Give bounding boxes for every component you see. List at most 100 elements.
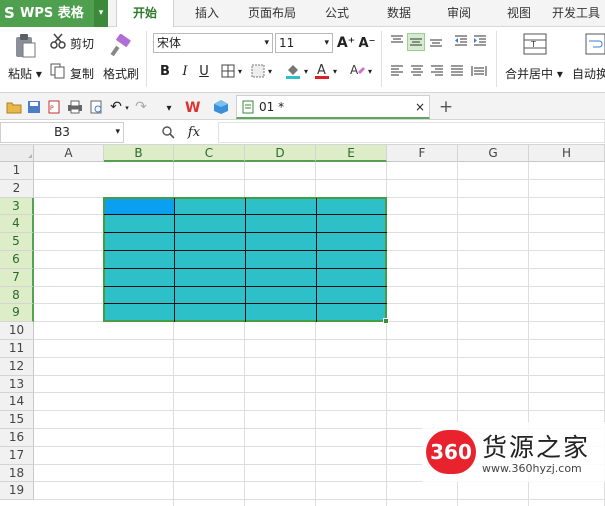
- column-header-f[interactable]: F: [387, 145, 458, 162]
- row-header-7[interactable]: 7: [0, 268, 34, 287]
- tab-review[interactable]: 审阅: [432, 0, 486, 27]
- row-header-3[interactable]: 3: [0, 197, 34, 216]
- active-cell-b3[interactable]: [105, 199, 174, 214]
- copy-button[interactable]: 复制: [70, 65, 94, 82]
- row-header-4[interactable]: 4: [0, 215, 34, 234]
- paste-icon[interactable]: [12, 33, 38, 59]
- row-header-19[interactable]: 19: [0, 482, 34, 501]
- underline-button[interactable]: U: [196, 62, 212, 80]
- merge-center-button[interactable]: 合并居中 ▾: [505, 65, 563, 82]
- chevron-down-icon[interactable]: ▾: [302, 63, 310, 79]
- insert-function-button[interactable]: fx: [184, 123, 204, 141]
- row-header-18[interactable]: 18: [0, 464, 34, 483]
- print-preview-icon[interactable]: [88, 99, 104, 115]
- clear-format-icon[interactable]: A: [348, 61, 366, 81]
- svg-text:P: P: [50, 105, 54, 112]
- new-tab-plus-icon[interactable]: +: [437, 97, 455, 117]
- font-name-select[interactable]: 宋体 ▾: [153, 33, 273, 53]
- row-header-9[interactable]: 9: [0, 304, 34, 323]
- name-box[interactable]: B3 ▾: [0, 122, 124, 143]
- column-header-g[interactable]: G: [458, 145, 529, 162]
- row-header-14[interactable]: 14: [0, 393, 34, 412]
- align-left-icon[interactable]: [389, 63, 405, 79]
- align-center-icon[interactable]: [409, 63, 425, 79]
- column-header-h[interactable]: H: [529, 145, 605, 162]
- row-header-12[interactable]: 12: [0, 357, 34, 376]
- column-header-c[interactable]: C: [174, 145, 245, 162]
- justify-icon[interactable]: [449, 63, 465, 79]
- decrease-font-button[interactable]: A⁻: [358, 34, 376, 52]
- row-header-15[interactable]: 15: [0, 411, 34, 429]
- scissors-icon[interactable]: [50, 33, 66, 49]
- row-header-6[interactable]: 6: [0, 251, 34, 269]
- app-menu-button[interactable]: S WPS 表格 ▾: [0, 0, 108, 27]
- chevron-down-icon[interactable]: ▾: [331, 63, 339, 79]
- italic-button[interactable]: I: [177, 62, 193, 80]
- open-folder-icon[interactable]: [6, 99, 22, 115]
- row-header-2[interactable]: 2: [0, 179, 34, 198]
- format-painter-button[interactable]: 格式刷: [103, 65, 139, 82]
- fill-handle[interactable]: [383, 318, 389, 324]
- chevron-down-icon[interactable]: ▾: [236, 63, 244, 79]
- zoom-search-icon[interactable]: [160, 124, 176, 140]
- align-middle-icon[interactable]: [407, 33, 425, 51]
- column-header-d[interactable]: D: [245, 145, 316, 162]
- wps-w-logo-icon[interactable]: W: [185, 98, 205, 116]
- row-header-1[interactable]: 1: [0, 162, 34, 180]
- column-header-a[interactable]: A: [34, 145, 104, 162]
- bold-button[interactable]: B: [157, 62, 173, 80]
- grid-row-line: [34, 499, 605, 501]
- cut-button[interactable]: 剪切: [70, 35, 94, 52]
- save-icon[interactable]: [26, 99, 42, 115]
- tab-home[interactable]: 开始: [116, 0, 174, 28]
- wrap-text-icon[interactable]: [585, 32, 605, 56]
- chevron-down-icon[interactable]: ▾: [266, 63, 274, 79]
- export-pdf-icon[interactable]: P: [46, 99, 62, 115]
- tab-page-layout[interactable]: 页面布局: [240, 0, 304, 27]
- tab-insert[interactable]: 插入: [180, 0, 234, 27]
- merge-center-icon[interactable]: T: [522, 32, 548, 56]
- formula-input[interactable]: [218, 122, 605, 143]
- paste-button[interactable]: 粘贴 ▾: [8, 65, 42, 82]
- column-header-b[interactable]: B: [104, 145, 174, 162]
- cell-style-icon[interactable]: [250, 63, 266, 79]
- close-icon[interactable]: ×: [413, 99, 427, 115]
- row-header-10[interactable]: 10: [0, 322, 34, 340]
- row-header-13[interactable]: 13: [0, 375, 34, 394]
- increase-indent-icon[interactable]: [472, 33, 488, 49]
- tab-view[interactable]: 视图: [492, 0, 546, 27]
- distributed-align-icon[interactable]: [470, 63, 488, 79]
- align-top-icon[interactable]: [389, 33, 405, 49]
- undo-icon[interactable]: ↶: [108, 99, 124, 115]
- copy-icon[interactable]: [50, 63, 66, 79]
- row-header-5[interactable]: 5: [0, 233, 34, 251]
- tab-formulas[interactable]: 公式: [310, 0, 364, 27]
- print-icon[interactable]: [67, 99, 83, 115]
- auto-wrap-button[interactable]: 自动换行: [572, 65, 605, 82]
- select-all-corner[interactable]: [0, 145, 34, 162]
- format-painter-icon[interactable]: [108, 33, 134, 59]
- chevron-down-icon[interactable]: ▾: [94, 0, 108, 27]
- customize-quick-access-icon[interactable]: ▾: [163, 101, 175, 115]
- row-header-16[interactable]: 16: [0, 429, 34, 447]
- align-bottom-icon[interactable]: [428, 33, 444, 49]
- redo-icon[interactable]: ↷: [133, 99, 149, 115]
- row-header-8[interactable]: 8: [0, 286, 34, 305]
- align-right-icon[interactable]: [429, 63, 445, 79]
- column-header-e[interactable]: E: [316, 145, 387, 162]
- font-size-select[interactable]: 11 ▾: [275, 33, 333, 53]
- chevron-down-icon[interactable]: ▾: [366, 63, 374, 79]
- increase-font-button[interactable]: A⁺: [337, 34, 355, 52]
- tab-developer[interactable]: 开发工具: [552, 0, 605, 27]
- fill-color-icon[interactable]: [284, 61, 302, 81]
- row-header-17[interactable]: 17: [0, 446, 34, 465]
- border-icon[interactable]: [220, 63, 236, 79]
- decrease-indent-icon[interactable]: [453, 33, 469, 49]
- document-tab[interactable]: 01 * ×: [236, 95, 430, 119]
- chevron-down-icon[interactable]: ▾: [123, 101, 131, 115]
- cube-icon[interactable]: [212, 98, 230, 116]
- font-color-icon[interactable]: A: [313, 61, 331, 81]
- font-name-value: 宋体: [157, 36, 182, 50]
- tab-data[interactable]: 数据: [372, 0, 426, 27]
- row-header-11[interactable]: 11: [0, 340, 34, 358]
